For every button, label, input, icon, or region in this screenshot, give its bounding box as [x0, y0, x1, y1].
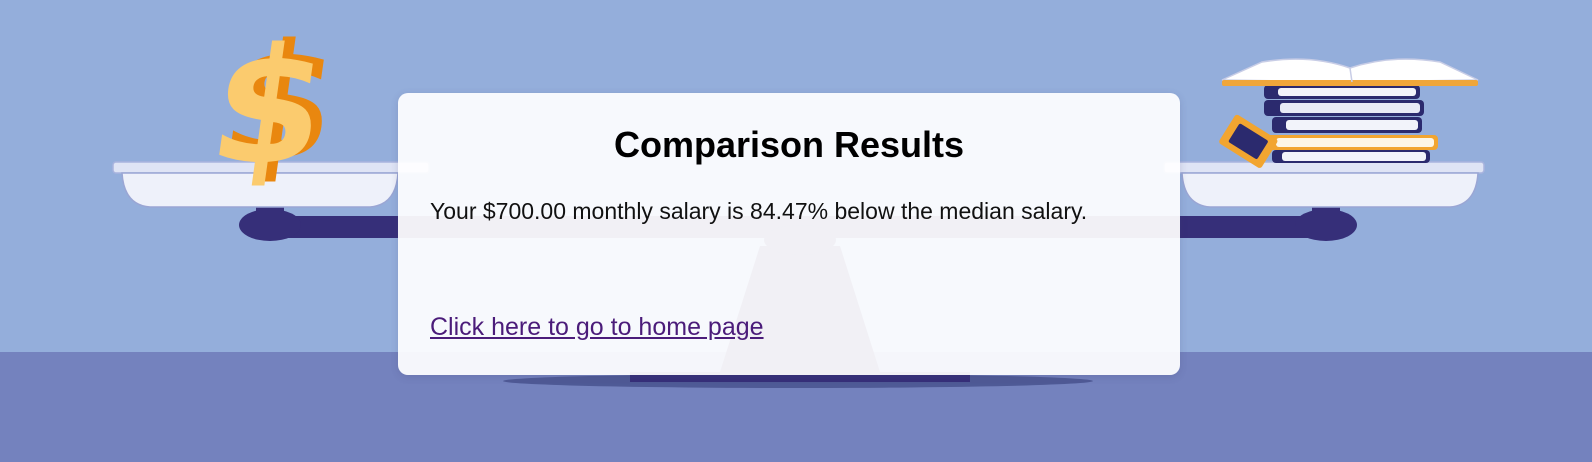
- results-page: $ $ Comparison Results Your $700.00 mont…: [0, 0, 1592, 462]
- right-scale-pan: [1163, 161, 1485, 208]
- page-title: Comparison Results: [613, 124, 965, 165]
- comparison-results-card: Comparison Results Your $700.00 monthly …: [398, 93, 1180, 375]
- salary-comparison-message: Your $700.00 monthly salary is 84.47% be…: [430, 198, 1088, 224]
- home-page-link[interactable]: Click here to go to home page: [430, 312, 764, 342]
